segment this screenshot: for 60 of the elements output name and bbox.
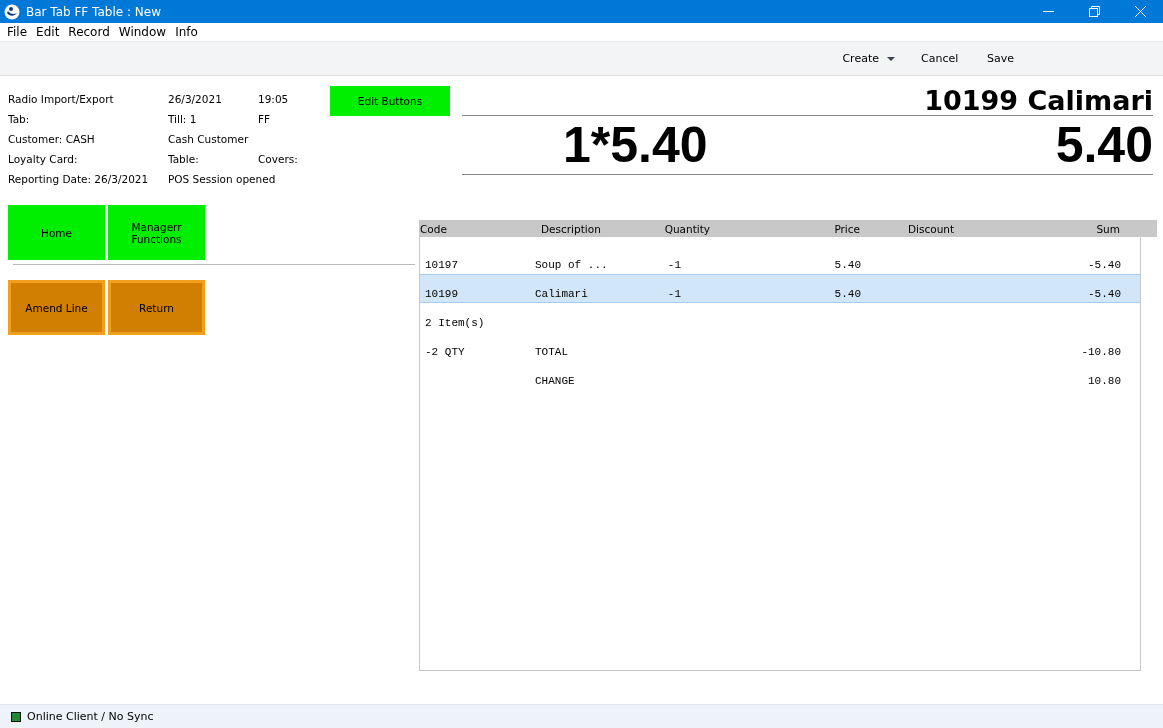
table-cell-text: -5.40: [1087, 259, 1121, 272]
toolbar-button[interactable]: Cancel: [913, 48, 969, 69]
info-text: Customer: CASH: [8, 133, 96, 145]
table-cell-text: -1: [666, 259, 682, 272]
column-header[interactable]: Description: [529, 222, 624, 235]
table-cell-text: CHANGE: [534, 375, 576, 388]
info-text: Table:: [168, 153, 200, 165]
table-cell-text: 2 Item(s): [424, 317, 486, 330]
table-cell-text: TOTAL: [534, 346, 569, 359]
restore-icon[interactable]: [1088, 6, 1100, 17]
table-cell-text: Soup of ...: [534, 259, 609, 272]
menu-item[interactable]: Edit: [33, 25, 66, 39]
column-header[interactable]: Discount: [860, 222, 1000, 235]
menu-item[interactable]: Info: [172, 25, 204, 39]
info-text: Tab:: [8, 113, 31, 125]
info-text: FF: [258, 113, 272, 125]
info-text: 19:05: [258, 93, 290, 105]
function-button[interactable]: Managerr Functions: [108, 205, 205, 260]
toolbar-button[interactable]: Save: [979, 48, 1035, 69]
table-cell-text: 5.40: [833, 288, 861, 301]
minimize-icon[interactable]: [1042, 10, 1054, 13]
selected-row[interactable]: 10199 Calimari -1 5.40 -5.40: [420, 274, 1140, 303]
line-action-button[interactable]: Amend Line: [8, 280, 105, 335]
caret-icon: [887, 56, 895, 61]
info-text: 26/3/2021: [168, 93, 223, 105]
info-text: Cash Customer: [168, 133, 250, 145]
edit-buttons-button[interactable]: Edit Buttons: [330, 86, 450, 116]
column-header[interactable]: Price: [710, 222, 860, 235]
table-cell-text: 5.40: [833, 259, 861, 272]
calculation-display: 1*5.40: [563, 117, 708, 173]
close-icon[interactable]: [1134, 6, 1146, 17]
table-cell-text: -2 QTY: [424, 346, 466, 359]
column-header[interactable]: Quantity: [624, 222, 710, 235]
table-cell-text: -5.40: [1087, 288, 1121, 301]
table-cell-text: -10.80: [1080, 346, 1121, 359]
item-display: 10199 Calimari: [462, 86, 1153, 116]
table-cell-text: 10199: [424, 288, 459, 301]
status-text: Online Client / No Sync: [27, 710, 154, 723]
info-text: Loyalty Card:: [8, 153, 79, 165]
table-cell-text: 10.80: [1087, 375, 1121, 388]
app-logo-icon: [4, 3, 20, 20]
window-title: Bar Tab FF Table : New: [26, 4, 162, 19]
table-cell-text: Calimari: [534, 288, 589, 301]
line-action-button[interactable]: Return: [108, 280, 205, 335]
info-text: POS Session opened: [168, 173, 277, 185]
menu-item[interactable]: File: [4, 25, 34, 39]
column-header[interactable]: Sum: [1000, 222, 1120, 235]
function-button[interactable]: Home: [8, 205, 105, 260]
table-cell-text: 10197: [424, 259, 459, 272]
table-cell-text: -1: [666, 288, 682, 301]
info-text: Till: 1: [168, 113, 198, 125]
info-text: Reporting Date: 26/3/2021: [8, 173, 150, 185]
info-text: Radio Import/Export: [8, 93, 115, 105]
toolbar-dropdown[interactable]: Create: [834, 48, 903, 69]
amount-display: 5.40: [1055, 116, 1153, 174]
info-text: Covers:: [258, 153, 299, 165]
column-header[interactable]: Code: [419, 222, 529, 235]
menu-item[interactable]: Window: [115, 25, 173, 39]
menu-item[interactable]: Record: [65, 25, 116, 39]
connection-status-icon: [11, 711, 21, 722]
